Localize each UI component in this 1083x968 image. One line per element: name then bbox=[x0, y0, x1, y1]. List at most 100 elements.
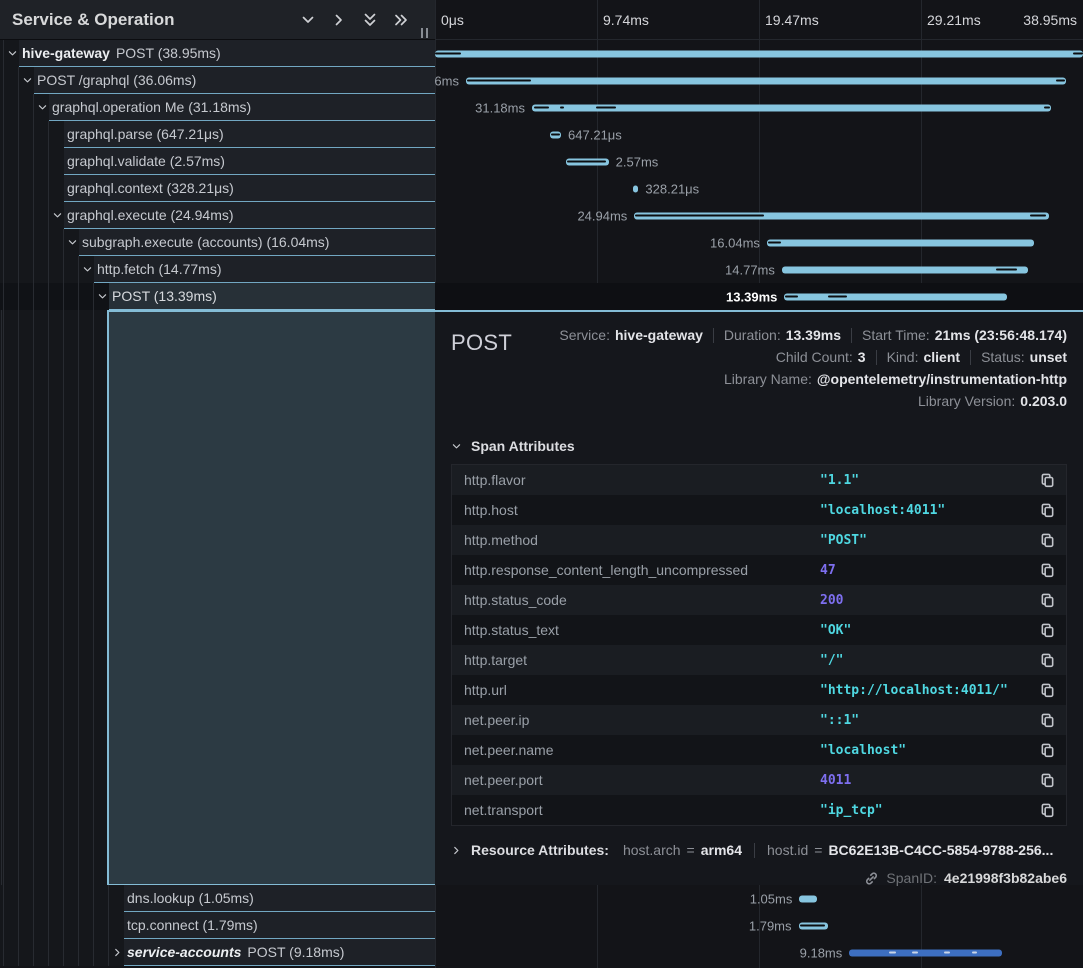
span-name: hive-gatewayPOST (38.95ms) bbox=[19, 40, 435, 67]
child-span-marker bbox=[1056, 80, 1065, 82]
indent-guides bbox=[0, 939, 111, 966]
equals-sign: = bbox=[814, 842, 822, 858]
span-bar[interactable] bbox=[634, 212, 1049, 219]
expand-chevron-icon[interactable] bbox=[111, 939, 124, 966]
copy-value-button[interactable] bbox=[1028, 563, 1066, 578]
service-operation-header: Service & Operation bbox=[0, 0, 435, 40]
collapse-chevron-icon[interactable] bbox=[6, 40, 19, 67]
child-span-marker bbox=[534, 107, 549, 109]
double-chevron-right-icon[interactable] bbox=[393, 12, 409, 28]
span-bar[interactable] bbox=[782, 266, 1028, 273]
copy-icon bbox=[1040, 653, 1055, 668]
span-attributes-title: Span Attributes bbox=[471, 438, 575, 454]
attribute-value: "ip_tcp" bbox=[820, 803, 1028, 818]
span-bar[interactable] bbox=[767, 239, 1034, 246]
span-bar[interactable] bbox=[849, 949, 1002, 956]
span-row[interactable]: graphql.validate (2.57ms)2.57ms bbox=[0, 148, 1083, 175]
attribute-key: net.peer.ip bbox=[452, 712, 820, 728]
child-span-marker bbox=[768, 242, 781, 244]
chevron-spacer bbox=[111, 885, 124, 912]
span-bar[interactable] bbox=[550, 131, 561, 138]
operation-name: POST (9.18ms) bbox=[247, 944, 344, 960]
operation-name: graphql.context (328.21μs) bbox=[67, 180, 234, 196]
collapse-chevron-icon[interactable] bbox=[96, 283, 109, 310]
span-attributes-toggle[interactable]: Span Attributes bbox=[451, 436, 1067, 456]
child-span-marker bbox=[1073, 53, 1083, 55]
copy-value-button[interactable] bbox=[1028, 593, 1066, 608]
span-row[interactable]: graphql.context (328.21μs)328.21μs bbox=[0, 175, 1083, 202]
span-bar[interactable] bbox=[633, 185, 638, 192]
resource-attributes-title: Resource Attributes: bbox=[471, 842, 609, 858]
span-bar[interactable] bbox=[435, 50, 1083, 57]
span-row[interactable]: hive-gatewayPOST (38.95ms)38.95ms bbox=[0, 40, 1083, 67]
copy-value-button[interactable] bbox=[1028, 653, 1066, 668]
span-bar[interactable] bbox=[566, 158, 609, 165]
copy-icon bbox=[1040, 773, 1055, 788]
resource-value: arm64 bbox=[701, 842, 742, 858]
collapse-chevron-icon[interactable] bbox=[51, 202, 64, 229]
child-span-marker bbox=[828, 296, 847, 298]
copy-value-button[interactable] bbox=[1028, 803, 1066, 818]
span-title: POST bbox=[451, 324, 512, 412]
meta-value: 13.39ms bbox=[786, 327, 841, 343]
span-name: http.fetch (14.77ms) bbox=[94, 256, 435, 283]
child-span-marker bbox=[635, 215, 763, 217]
double-chevron-down-icon[interactable] bbox=[362, 12, 378, 28]
child-span-marker bbox=[800, 925, 825, 927]
span-row[interactable]: tcp.connect (1.79ms)1.79ms bbox=[0, 912, 1083, 939]
copy-value-button[interactable] bbox=[1028, 533, 1066, 548]
span-id-value: 4e21998f3b82abe6 bbox=[944, 870, 1067, 886]
resource-value: BC62E13B-C4CC-5854-9788-256... bbox=[828, 842, 1053, 858]
span-row[interactable]: graphql.execute (24.94ms)24.94ms bbox=[0, 202, 1083, 229]
timeline-tick-label: 38.95ms bbox=[1023, 12, 1077, 28]
copy-icon bbox=[1040, 473, 1055, 488]
resource-key: host.id bbox=[767, 842, 808, 858]
span-detail-backdrop bbox=[107, 310, 435, 885]
copy-value-button[interactable] bbox=[1028, 473, 1066, 488]
collapse-chevron-icon[interactable] bbox=[81, 256, 94, 283]
link-icon[interactable] bbox=[864, 871, 879, 886]
copy-value-button[interactable] bbox=[1028, 743, 1066, 758]
divider bbox=[970, 350, 971, 365]
span-bar[interactable] bbox=[532, 104, 1051, 111]
span-row[interactable]: graphql.operation Me (31.18ms)31.18ms bbox=[0, 94, 1083, 121]
resource-attributes-row[interactable]: Resource Attributes: host.arch=arm64host… bbox=[451, 839, 1067, 861]
span-row[interactable]: http.fetch (14.77ms)14.77ms bbox=[0, 256, 1083, 283]
copy-icon bbox=[1040, 713, 1055, 728]
indent-guides bbox=[0, 67, 21, 94]
child-span-marker bbox=[551, 134, 559, 136]
child-span-marker bbox=[912, 952, 918, 954]
copy-value-button[interactable] bbox=[1028, 623, 1066, 638]
chevron-down-icon[interactable] bbox=[300, 12, 316, 28]
span-bar[interactable] bbox=[466, 77, 1066, 84]
span-bar[interactable] bbox=[799, 895, 816, 902]
collapse-chevron-icon[interactable] bbox=[21, 67, 34, 94]
copy-value-button[interactable] bbox=[1028, 503, 1066, 518]
attribute-value: "localhost" bbox=[820, 743, 1028, 758]
meta-key: Duration: bbox=[724, 327, 781, 343]
child-span-marker bbox=[1030, 215, 1046, 217]
chevron-spacer bbox=[51, 148, 64, 175]
copy-icon bbox=[1040, 593, 1055, 608]
copy-value-button[interactable] bbox=[1028, 713, 1066, 728]
span-meta-row: Service:hive-gatewayDuration:13.39msStar… bbox=[559, 324, 1067, 346]
span-detail-header: POST Service:hive-gatewayDuration:13.39m… bbox=[451, 324, 1067, 412]
child-span-marker bbox=[972, 952, 977, 954]
span-duration-label: 1.79ms bbox=[749, 918, 792, 933]
chevron-right-icon[interactable] bbox=[331, 12, 347, 28]
collapse-chevron-icon[interactable] bbox=[36, 94, 49, 121]
collapse-chevron-icon[interactable] bbox=[66, 229, 79, 256]
span-bar[interactable] bbox=[784, 293, 1007, 300]
span-row[interactable]: POST /graphql (36.06ms)36.06ms bbox=[0, 67, 1083, 94]
span-bar[interactable] bbox=[799, 922, 829, 929]
span-row[interactable]: dns.lookup (1.05ms)1.05ms bbox=[0, 885, 1083, 912]
attribute-value: "/" bbox=[820, 653, 1028, 668]
span-row[interactable]: subgraph.execute (accounts) (16.04ms)16.… bbox=[0, 229, 1083, 256]
span-row[interactable]: POST (13.39ms)13.39ms bbox=[0, 283, 1083, 310]
copy-value-button[interactable] bbox=[1028, 683, 1066, 698]
span-row[interactable]: service-accountsPOST (9.18ms)9.18ms bbox=[0, 939, 1083, 966]
column-resizer-icon[interactable] bbox=[421, 28, 428, 38]
copy-value-button[interactable] bbox=[1028, 773, 1066, 788]
span-row[interactable]: graphql.parse (647.21μs)647.21μs bbox=[0, 121, 1083, 148]
span-name: graphql.parse (647.21μs) bbox=[64, 121, 435, 148]
